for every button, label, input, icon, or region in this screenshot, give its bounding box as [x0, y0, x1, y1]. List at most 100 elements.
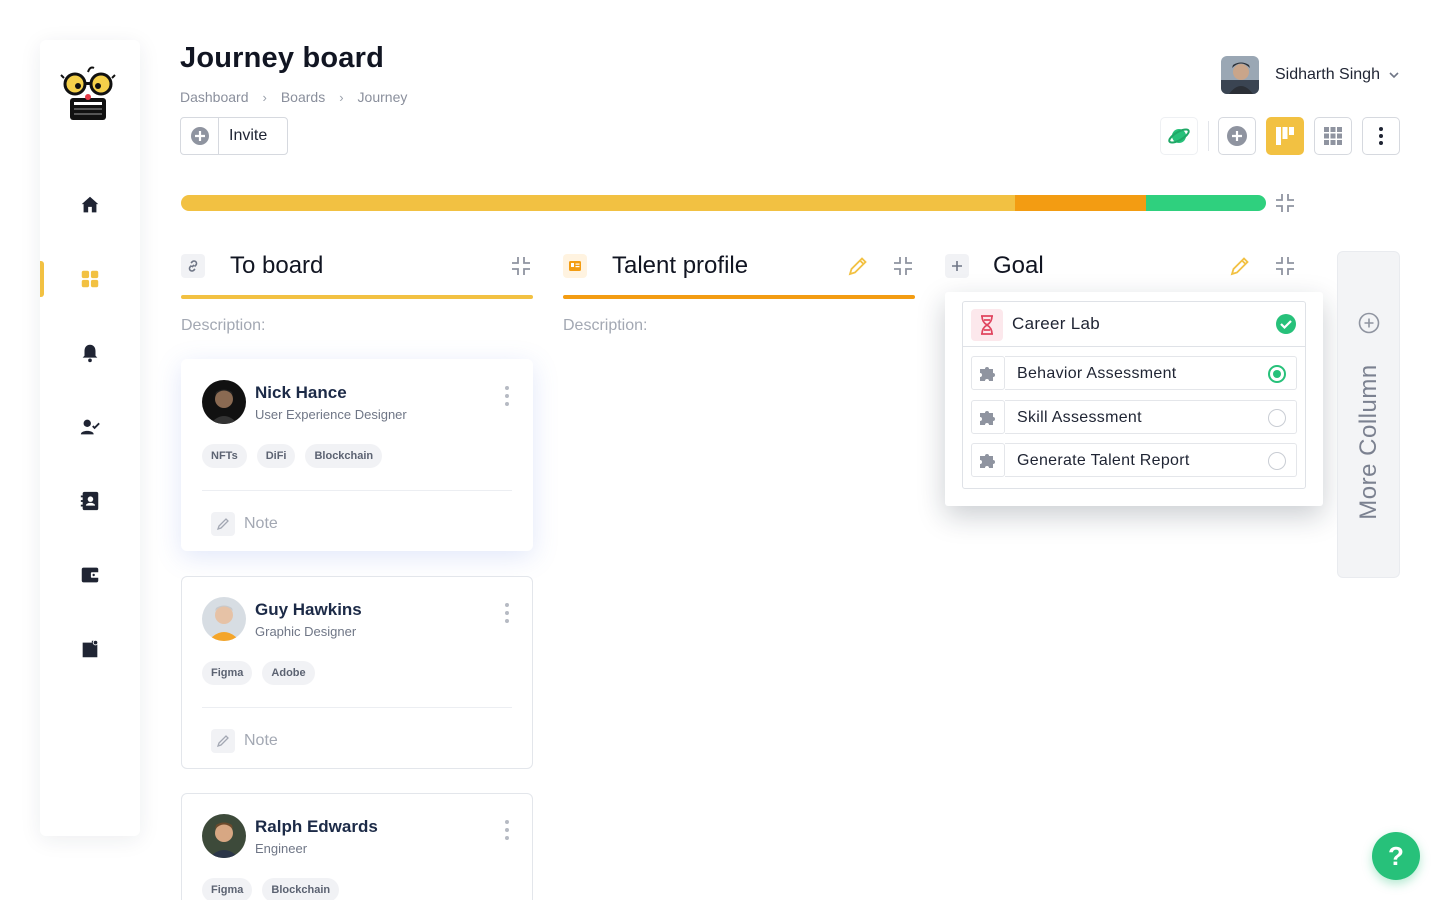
talent-card[interactable]: Guy Hawkins Graphic Designer Figma Adobe…	[181, 576, 533, 769]
tag: NFTs	[202, 444, 247, 468]
divider	[202, 490, 512, 491]
option-behavior-assessment[interactable]: Behavior Assessment	[971, 356, 1297, 390]
sidebar-item-home[interactable]	[40, 187, 140, 223]
career-lab-option[interactable]: Career Lab	[963, 302, 1305, 347]
sidebar	[40, 40, 140, 836]
progress-segment	[1145, 195, 1266, 211]
user-menu[interactable]: Sidharth Singh	[1221, 56, 1400, 94]
option-label: Behavior Assessment	[1017, 365, 1177, 382]
pencil-icon	[211, 729, 235, 753]
journey-progress-bar	[181, 195, 1266, 211]
pencil-icon	[211, 512, 235, 536]
logo[interactable]	[60, 64, 116, 124]
tag: Blockchain	[305, 444, 383, 468]
note-button[interactable]: Note	[202, 512, 278, 536]
grid-view-button[interactable]	[1314, 117, 1352, 155]
dna-icon	[971, 309, 1003, 341]
note-label: Note	[244, 515, 278, 532]
document-icon	[82, 639, 99, 658]
more-options-button[interactable]	[1362, 117, 1400, 155]
user-avatar-image	[1221, 56, 1259, 94]
collapse-icon[interactable]	[1275, 256, 1295, 276]
tag: DiFi	[256, 444, 296, 468]
bell-icon	[82, 344, 98, 363]
tag: Blockchain	[262, 878, 340, 900]
breadcrumb-item-journey: Journey	[357, 89, 408, 105]
tag: Figma	[202, 878, 253, 900]
wallet-icon	[81, 567, 100, 583]
puzzle-icon	[971, 443, 1005, 477]
more-column-label: More Collumn	[1355, 364, 1382, 520]
planet-button[interactable]	[1160, 117, 1198, 155]
more-vertical-icon[interactable]	[502, 820, 512, 840]
home-icon	[81, 196, 99, 213]
column-description: Description:	[181, 317, 266, 334]
plus-icon	[952, 261, 962, 271]
board-view-button[interactable]	[1266, 117, 1304, 155]
progress-segment	[1015, 195, 1146, 211]
column-title: To board	[230, 252, 324, 279]
tag: Figma	[202, 661, 253, 685]
talent-card[interactable]: Ralph Edwards Engineer Figma Blockchain	[181, 793, 533, 900]
edit-pencil-icon[interactable]	[847, 255, 869, 277]
contact-book-icon	[80, 491, 99, 511]
collapse-icon[interactable]	[893, 256, 913, 276]
sidebar-item-contacts[interactable]	[40, 483, 140, 519]
column-title: Goal	[993, 252, 1044, 279]
avatar	[202, 380, 246, 424]
help-button[interactable]: ?	[1372, 832, 1420, 880]
invite-button[interactable]: Invite	[180, 117, 288, 155]
board-view-icon	[1276, 127, 1294, 145]
column-description: Description:	[563, 317, 648, 334]
goal-dropdown: Career Lab Behavior Assessment Skill Ass…	[945, 292, 1323, 506]
column-underline	[181, 295, 533, 299]
tag-list: NFTs DiFi Blockchain	[202, 444, 383, 468]
column-underline	[563, 295, 915, 299]
card-role: Engineer	[255, 841, 308, 856]
add-button[interactable]	[1218, 117, 1256, 155]
tag: Adobe	[262, 661, 315, 685]
breadcrumb-item-dashboard[interactable]: Dashboard	[180, 89, 249, 105]
divider	[202, 707, 512, 708]
sidebar-item-notifications[interactable]	[40, 335, 140, 371]
collapse-icon[interactable]	[511, 256, 531, 276]
active-indicator	[40, 261, 44, 297]
radio-unselected[interactable]	[1268, 452, 1286, 470]
puzzle-icon	[971, 400, 1005, 434]
radio-selected[interactable]	[1268, 365, 1286, 383]
profile-card-icon	[569, 261, 581, 271]
logo-icon	[60, 66, 116, 120]
column-header-to-board: To board	[181, 246, 533, 286]
talent-card[interactable]: Nick Hance User Experience Designer NFTs…	[181, 359, 533, 551]
chevron-down-icon	[1389, 72, 1399, 79]
option-label: Generate Talent Report	[1017, 452, 1190, 469]
planet-icon	[1168, 128, 1190, 144]
card-role: User Experience Designer	[255, 407, 407, 422]
collapse-icon[interactable]	[1275, 193, 1295, 213]
sidebar-item-boards[interactable]	[40, 261, 140, 297]
edit-pencil-icon[interactable]	[1229, 255, 1251, 277]
card-name: Nick Hance	[255, 383, 347, 402]
option-generate-talent-report[interactable]: Generate Talent Report	[971, 443, 1297, 477]
user-check-icon	[80, 419, 100, 435]
grid-view-icon	[1324, 127, 1342, 145]
grid-icon	[81, 270, 99, 288]
breadcrumb-item-boards[interactable]: Boards	[281, 89, 325, 105]
option-skill-assessment[interactable]: Skill Assessment	[971, 400, 1297, 434]
avatar	[1221, 56, 1259, 94]
radio-unselected[interactable]	[1268, 409, 1286, 427]
sidebar-item-documents[interactable]	[40, 631, 140, 667]
sidebar-item-users[interactable]	[40, 409, 140, 445]
avatar	[202, 597, 246, 641]
invite-label: Invite	[229, 127, 268, 144]
tag-list: Figma Blockchain	[202, 878, 340, 900]
add-more-column-button[interactable]: More Collumn	[1337, 251, 1400, 578]
note-button[interactable]: Note	[202, 729, 278, 753]
add-circle-icon	[190, 127, 209, 145]
career-lab-label: Career Lab	[1012, 314, 1101, 333]
more-vertical-icon[interactable]	[502, 603, 512, 623]
more-vertical-icon[interactable]	[502, 386, 512, 406]
user-name: Sidharth Singh	[1275, 66, 1380, 83]
sidebar-item-wallet[interactable]	[40, 557, 140, 593]
column-title: Talent profile	[612, 252, 749, 279]
